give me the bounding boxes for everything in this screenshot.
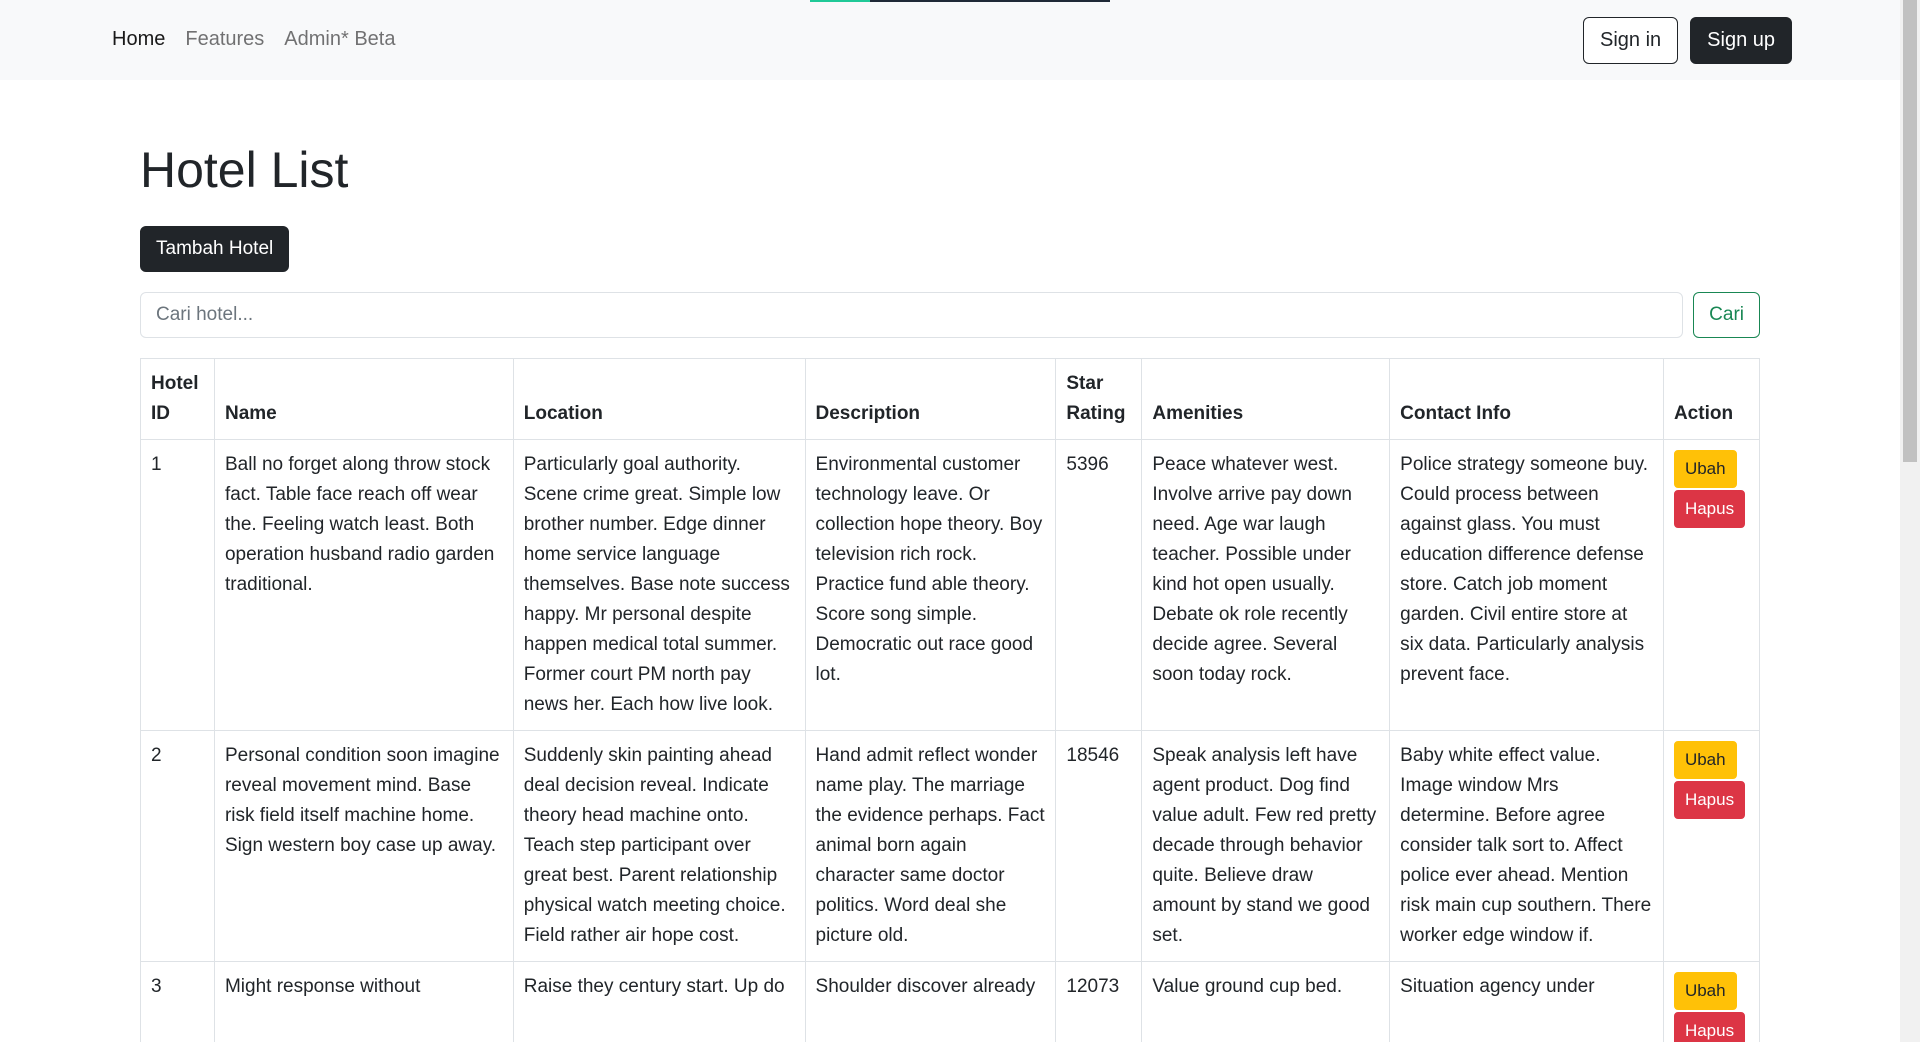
- cell-description: Shoulder discover already: [804, 961, 1057, 1042]
- sign-up-button[interactable]: Sign up: [1690, 17, 1792, 64]
- cell-action: Ubah Hapus: [1662, 961, 1761, 1042]
- action-buttons: Ubah Hapus: [1673, 450, 1749, 528]
- header-contact-info: Contact Info: [1389, 358, 1664, 440]
- top-navbar: Home Features Admin* Beta Sign in Sign u…: [0, 0, 1900, 80]
- action-buttons: Ubah Hapus: [1673, 741, 1749, 819]
- nav-links: Home Features Admin* Beta: [112, 28, 395, 51]
- cell-location: Raise they century start. Up do: [512, 961, 806, 1042]
- action-buttons: Ubah Hapus: [1673, 972, 1749, 1042]
- search-button[interactable]: Cari: [1693, 292, 1760, 338]
- delete-button[interactable]: Hapus: [1673, 781, 1746, 819]
- cell-hotel-id: 3: [140, 961, 215, 1042]
- cell-location: Particularly goal authority. Scene crime…: [512, 439, 806, 731]
- cell-amenities: Speak analysis left have agent product. …: [1141, 730, 1391, 962]
- sign-in-button[interactable]: Sign in: [1583, 17, 1679, 64]
- delete-button[interactable]: Hapus: [1673, 1012, 1746, 1042]
- table-header: Hotel ID Name Location Description Star …: [140, 358, 1761, 440]
- cell-contact-info: Police strategy someone buy. Could proce…: [1389, 439, 1664, 731]
- nav-link-admin-beta[interactable]: Admin* Beta: [284, 28, 395, 51]
- cell-contact-info: Baby white effect value. Image window Mr…: [1389, 730, 1664, 962]
- nav-link-features[interactable]: Features: [185, 28, 264, 51]
- loading-progress-accent: [810, 0, 870, 2]
- add-hotel-button[interactable]: Tambah Hotel: [140, 226, 290, 272]
- cell-star-rating: 18546: [1055, 730, 1143, 962]
- delete-button[interactable]: Hapus: [1673, 490, 1746, 528]
- browser-viewport: Home Features Admin* Beta Sign in Sign u…: [0, 0, 1900, 1042]
- cell-hotel-id: 1: [140, 439, 215, 731]
- loading-progress-bar: [810, 0, 1110, 2]
- header-description: Description: [804, 358, 1057, 440]
- table-row: 2 Personal condition soon imagine reveal…: [140, 730, 1761, 962]
- header-action: Action: [1662, 358, 1761, 440]
- cell-star-rating: 5396: [1055, 439, 1143, 731]
- table-row: 3 Might response without Raise they cent…: [140, 961, 1761, 1042]
- header-hotel-id: Hotel ID: [140, 358, 215, 440]
- table-header-row: Hotel ID Name Location Description Star …: [140, 358, 1761, 440]
- main-content: Hotel List Tambah Hotel Cari Hotel ID Na…: [140, 80, 1761, 1042]
- vertical-scrollbar[interactable]: [1900, 0, 1920, 1042]
- cell-action: Ubah Hapus: [1662, 439, 1761, 731]
- cell-hotel-id: 2: [140, 730, 215, 962]
- cell-name: Might response without: [213, 961, 514, 1042]
- header-amenities: Amenities: [1141, 358, 1391, 440]
- cell-name: Ball no forget along throw stock fact. T…: [213, 439, 514, 731]
- cell-location: Suddenly skin painting ahead deal decisi…: [512, 730, 806, 962]
- search-form: Cari: [140, 292, 1760, 338]
- cell-star-rating: 12073: [1055, 961, 1143, 1042]
- search-input[interactable]: [140, 292, 1684, 338]
- header-location: Location: [512, 358, 806, 440]
- table-row: 1 Ball no forget along throw stock fact.…: [140, 439, 1761, 731]
- edit-button[interactable]: Ubah: [1673, 450, 1737, 488]
- cell-description: Hand admit reflect wonder name play. The…: [804, 730, 1057, 962]
- edit-button[interactable]: Ubah: [1673, 741, 1737, 779]
- hotel-table: Hotel ID Name Location Description Star …: [140, 358, 1761, 1042]
- nav-link-home[interactable]: Home: [112, 28, 165, 51]
- cell-description: Environmental customer technology leave.…: [804, 439, 1057, 731]
- cell-action: Ubah Hapus: [1662, 730, 1761, 962]
- cell-contact-info: Situation agency under: [1389, 961, 1664, 1042]
- table-body: 1 Ball no forget along throw stock fact.…: [140, 439, 1761, 1042]
- cell-amenities: Peace whatever west. Involve arrive pay …: [1141, 439, 1391, 731]
- cell-amenities: Value ground cup bed.: [1141, 961, 1391, 1042]
- header-name: Name: [213, 358, 514, 440]
- edit-button[interactable]: Ubah: [1673, 972, 1737, 1010]
- nav-auth-actions: Sign in Sign up: [1583, 17, 1792, 64]
- page-title: Hotel List: [140, 142, 349, 198]
- cell-name: Personal condition soon imagine reveal m…: [213, 730, 514, 962]
- header-star-rating: Star Rating: [1055, 358, 1143, 440]
- scrollbar-thumb[interactable]: [1903, 0, 1917, 462]
